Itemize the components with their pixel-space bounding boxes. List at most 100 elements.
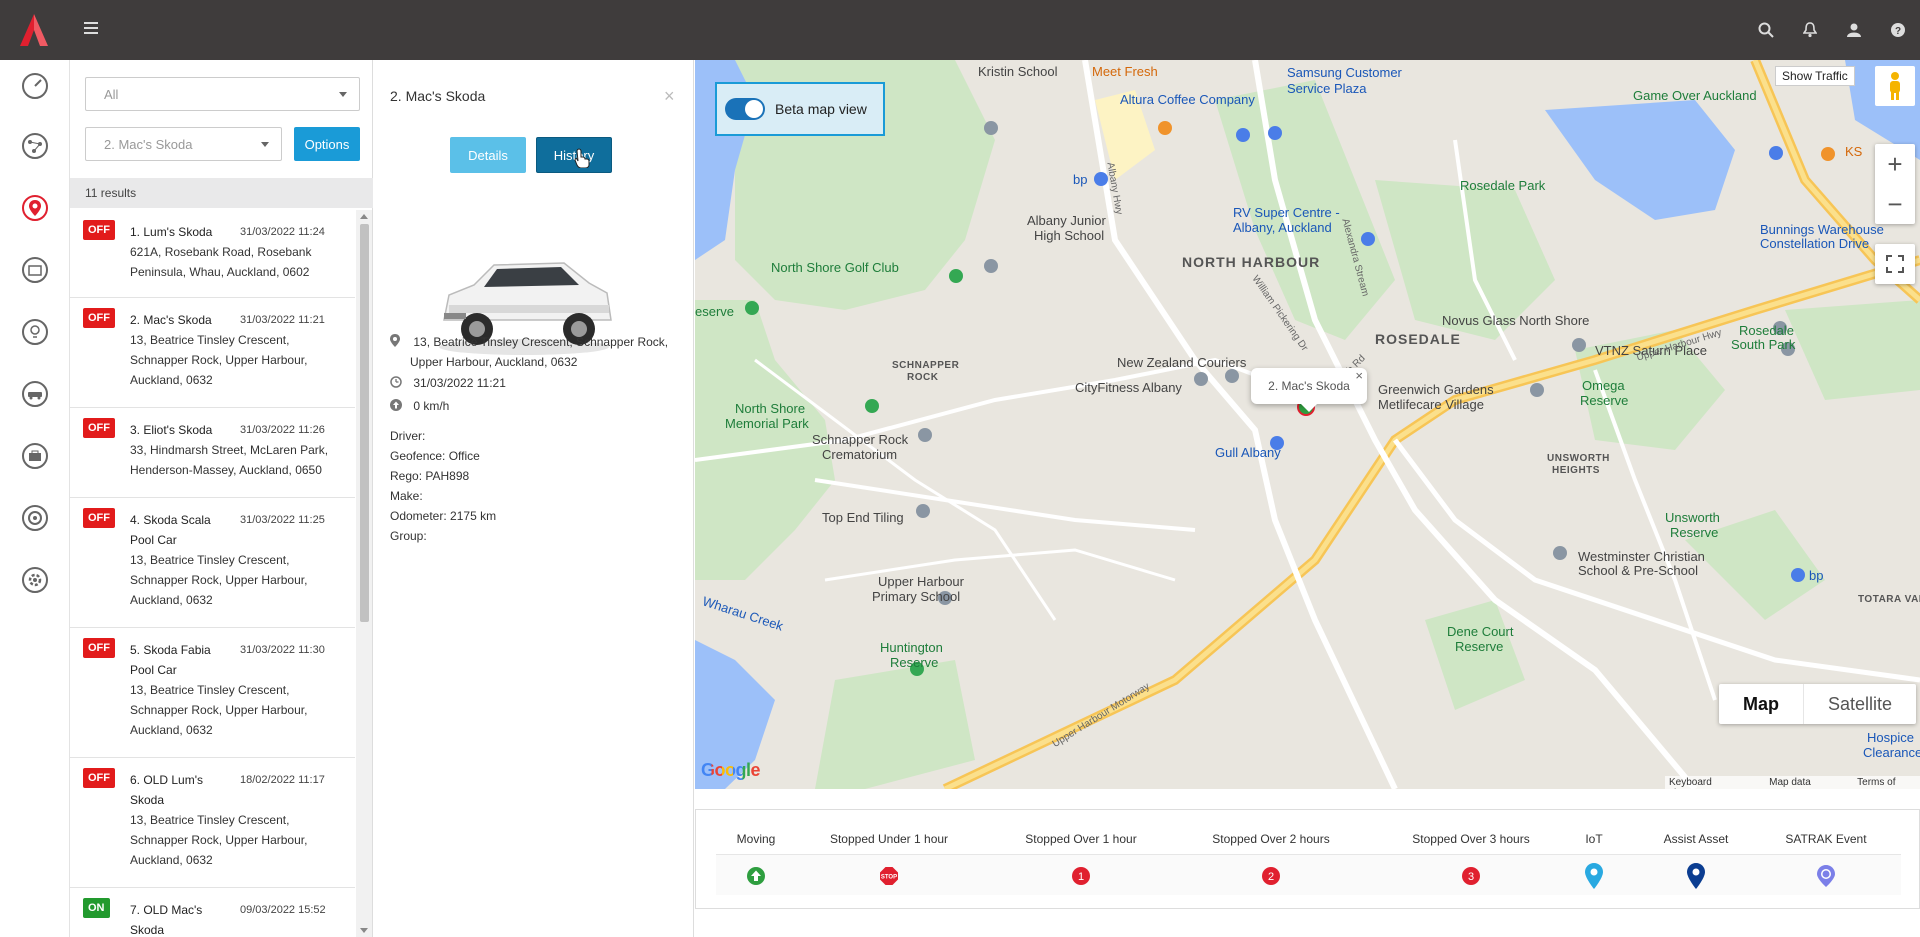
list-item[interactable]: OFF 2. Mac's Skoda 31/03/2022 11:21 13, … <box>70 298 355 408</box>
vehicle-time: 31/03/2022 11:26 <box>240 424 325 436</box>
map-label: South Park <box>1731 337 1796 352</box>
search-icon[interactable] <box>1744 0 1788 60</box>
fullscreen-icon[interactable] <box>1875 244 1915 284</box>
detail-make: Make: <box>390 489 423 503</box>
close-icon[interactable]: × <box>664 87 675 105</box>
legend-label: Stopped Over 2 hours <box>1212 832 1330 846</box>
status-badge: OFF <box>83 220 115 240</box>
help-icon[interactable]: ? <box>1876 0 1920 60</box>
map-label: Schnapper Rock <box>812 432 909 447</box>
status-badge: OFF <box>83 308 115 328</box>
left-nav <box>0 60 70 937</box>
google-logo: Google <box>701 760 761 780</box>
svg-text:3: 3 <box>1468 871 1474 883</box>
map-label: CityFitness Albany <box>1075 380 1182 395</box>
hamburger-menu-icon[interactable] <box>84 22 98 34</box>
map-label: Rosedale Park <box>1460 178 1546 193</box>
stopped-3-icon: 3 <box>1461 864 1481 888</box>
map-label: RV Super Centre - <box>1233 205 1340 220</box>
zoom-control: + − <box>1875 144 1915 224</box>
map-label: New Zealand Couriers <box>1117 355 1247 370</box>
map-label: HEIGHTS <box>1552 465 1600 476</box>
list-item[interactable]: OFF 6. OLD Lum's Skoda 18/02/2022 11:17 1… <box>70 758 355 888</box>
zoom-out-button[interactable]: − <box>1875 184 1915 224</box>
vehicle-popup[interactable]: 2. Mac's Skoda × <box>1251 368 1367 412</box>
terms-link[interactable]: Terms of Use <box>1857 777 1916 789</box>
detail-title: 2. Mac's Skoda <box>390 88 486 104</box>
map-label: Memorial Park <box>725 416 809 431</box>
close-icon[interactable]: × <box>1355 368 1363 383</box>
vehicle-list: OFF 1. Lum's Skoda 31/03/2022 11:24 621A… <box>70 210 355 937</box>
map-label: TOTARA VALE <box>1858 594 1920 605</box>
nav-settings-icon[interactable] <box>0 554 70 606</box>
detail-timestamp: 31/03/2022 11:21 <box>390 373 506 394</box>
map-label: Samsung Customer <box>1287 65 1402 80</box>
satrak-pin-icon <box>1816 864 1836 888</box>
vehicle-name: 3. Eliot's Skoda <box>130 423 213 437</box>
scroll-thumb[interactable] <box>360 224 369 622</box>
map-label: Reserve <box>890 655 939 670</box>
map-label: bp <box>1073 172 1088 187</box>
scroll-down-icon[interactable] <box>360 928 368 933</box>
map-pin-icon <box>390 333 404 353</box>
list-item[interactable]: OFF 4. Skoda Scala Pool Car 31/03/2022 11… <box>70 498 355 628</box>
list-item[interactable]: OFF 5. Skoda Fabia Pool Car 31/03/2022 11… <box>70 628 355 758</box>
vehicle-time: 31/03/2022 11:24 <box>240 226 325 238</box>
vehicle-filter-select[interactable]: 2. Mac's Skoda <box>85 127 282 161</box>
legend-label: SATRAK Event <box>1785 832 1867 846</box>
beta-map-toggle[interactable]: Beta map view <box>715 82 885 136</box>
map-label: Bunnings Warehouse <box>1760 222 1884 237</box>
vehicle-name: 7. OLD Mac's Skoda <box>130 903 203 937</box>
tab-details[interactable]: Details <box>450 137 526 173</box>
legend-label: Stopped Over 3 hours <box>1412 832 1530 846</box>
map-label: Huntington <box>880 640 943 655</box>
map-data-text: Map data ©2022 <box>1769 777 1811 789</box>
user-icon[interactable] <box>1832 0 1876 60</box>
map-label: ROSEDALE <box>1375 331 1461 347</box>
map-type-map-button[interactable]: Map <box>1719 684 1804 724</box>
nav-wheel-icon[interactable] <box>0 492 70 544</box>
map-label: Altura Coffee Company <box>1120 92 1255 107</box>
map-canvas <box>695 60 1920 789</box>
map-label: ROCK <box>907 372 939 383</box>
list-item[interactable]: OFF 1. Lum's Skoda 31/03/2022 11:24 621A… <box>70 210 355 298</box>
pegman-icon[interactable] <box>1875 66 1915 106</box>
nav-network-icon[interactable] <box>0 120 70 172</box>
vehicle-time: 31/03/2022 11:21 <box>240 314 325 326</box>
vehicle-name: 2. Mac's Skoda <box>130 313 212 327</box>
show-traffic-button[interactable]: Show Traffic <box>1775 66 1855 86</box>
map-view[interactable]: Beta map view Kristin School Meet Fresh … <box>695 60 1920 789</box>
nav-bulb-icon[interactable] <box>0 306 70 358</box>
list-scrollbar[interactable] <box>356 210 372 937</box>
svg-text:?: ? <box>1895 26 1901 37</box>
brand-logo[interactable] <box>18 12 50 48</box>
zoom-in-button[interactable]: + <box>1875 144 1915 184</box>
vehicle-time: 09/03/2022 15:52 <box>240 904 326 916</box>
vehicle-address: 33, Hindmarsh Street, McLaren Park, Hende… <box>130 443 329 477</box>
nav-briefcase-icon[interactable] <box>0 430 70 482</box>
stopped-1-icon: 1 <box>1071 864 1091 888</box>
stopped-2-icon: 2 <box>1261 864 1281 888</box>
results-count: 11 results <box>70 178 373 208</box>
nav-reports-icon[interactable] <box>0 244 70 296</box>
group-filter-select[interactable]: All <box>85 77 360 111</box>
nav-map-pin-icon[interactable] <box>0 182 70 234</box>
scroll-up-icon[interactable] <box>360 214 368 219</box>
vehicle-address: 13, Beatrice Tinsley Crescent, Schnapper … <box>130 683 308 737</box>
status-badge: OFF <box>83 508 115 528</box>
map-label: Rosedale <box>1739 323 1794 338</box>
keyboard-shortcuts-link[interactable]: Keyboard shortcuts <box>1669 777 1755 789</box>
bell-icon[interactable] <box>1788 0 1832 60</box>
iot-pin-icon <box>1584 863 1604 889</box>
nav-dashboard-icon[interactable] <box>0 60 70 112</box>
map-label: Unsworth <box>1665 510 1720 525</box>
list-item[interactable]: ON 7. OLD Mac's Skoda 09/03/2022 15:52 <box>70 888 355 937</box>
status-badge: OFF <box>83 768 115 788</box>
beta-switch[interactable] <box>725 98 765 120</box>
list-item[interactable]: OFF 3. Eliot's Skoda 31/03/2022 11:26 33… <box>70 408 355 498</box>
map-label: Top End Tiling <box>822 510 904 525</box>
options-button[interactable]: Options <box>294 127 360 161</box>
nav-vehicle-icon[interactable] <box>0 368 70 420</box>
map-label: Greenwich Gardens <box>1378 382 1494 397</box>
map-type-satellite-button[interactable]: Satellite <box>1804 684 1916 724</box>
